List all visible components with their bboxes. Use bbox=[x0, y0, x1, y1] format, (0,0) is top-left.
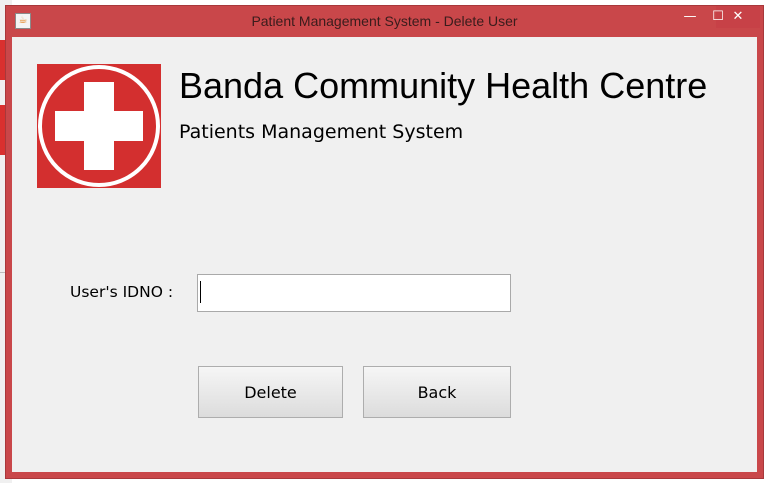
system-name: Patients Management System bbox=[179, 121, 464, 143]
close-icon: ✕ bbox=[732, 9, 744, 24]
red-cross-logo-icon bbox=[37, 64, 161, 188]
maximize-button[interactable]: ☐ bbox=[706, 6, 730, 28]
back-button[interactable]: Back bbox=[363, 366, 511, 418]
user-id-label: User's IDNO : bbox=[70, 283, 174, 301]
minimize-icon: — bbox=[683, 9, 697, 24]
delete-button[interactable]: Delete bbox=[198, 366, 343, 418]
delete-user-window: ☕ Patient Management System - Delete Use… bbox=[5, 5, 764, 479]
text-cursor bbox=[200, 281, 201, 303]
content-panel: Banda Community Health Centre Patients M… bbox=[12, 37, 757, 472]
organization-name: Banda Community Health Centre bbox=[179, 65, 708, 106]
title-bar[interactable]: ☕ Patient Management System - Delete Use… bbox=[6, 6, 763, 37]
window-title: Patient Management System - Delete User bbox=[251, 13, 518, 29]
user-id-input[interactable] bbox=[197, 274, 511, 312]
maximize-icon: ☐ bbox=[712, 9, 724, 24]
minimize-button[interactable]: — bbox=[678, 6, 702, 28]
